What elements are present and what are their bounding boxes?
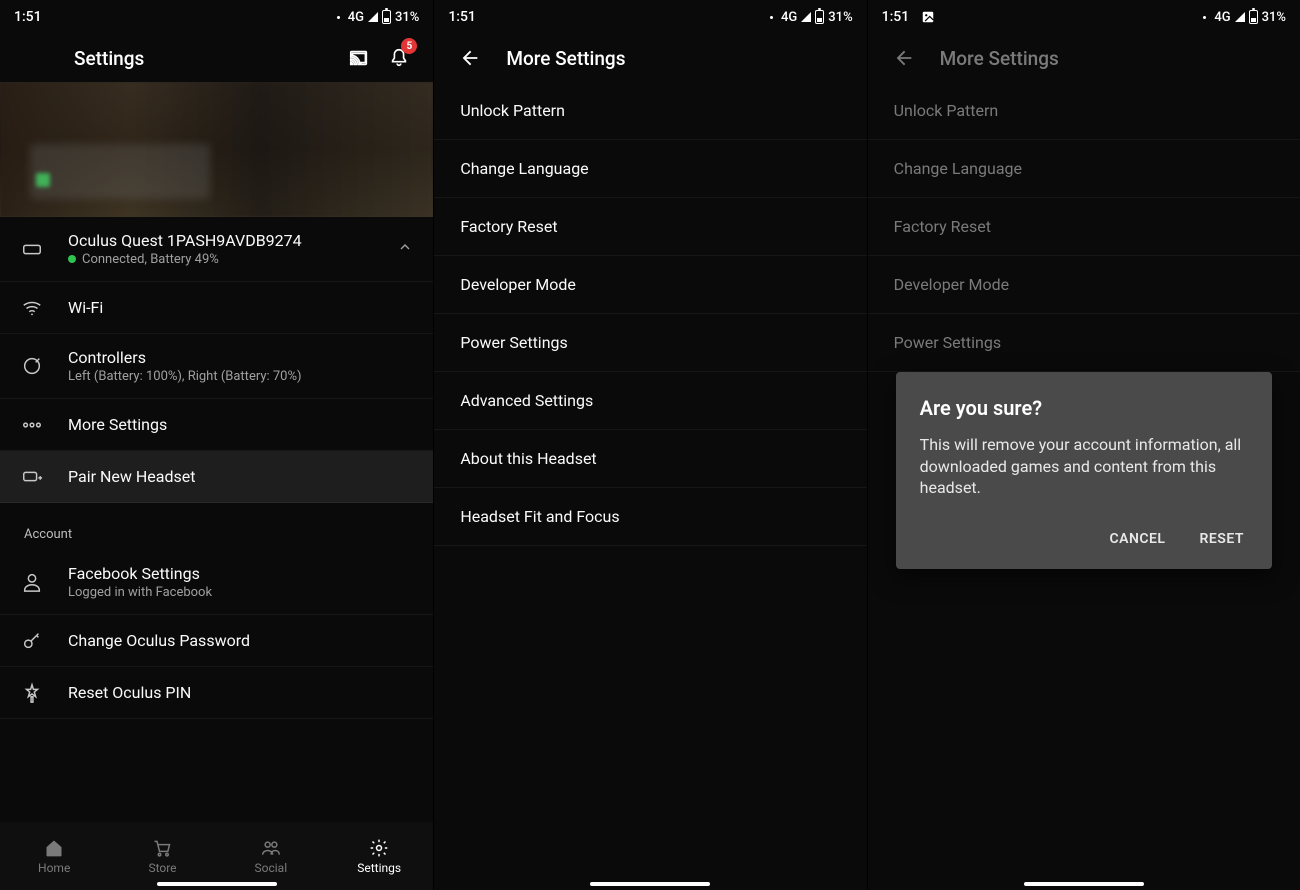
status-network: 4G	[348, 10, 364, 25]
row-change-password[interactable]: Change Oculus Password	[0, 615, 433, 667]
status-bar: 1:51 4G 31%	[0, 0, 433, 34]
cart-icon	[151, 837, 173, 859]
home-indicator[interactable]	[1024, 882, 1144, 886]
gear-icon	[368, 837, 390, 859]
cast-icon[interactable]	[339, 38, 379, 78]
screen-more-settings: 1:51 4G 31% More Settings Unlock Pattern…	[433, 0, 866, 890]
battery-icon	[815, 10, 824, 24]
row-facebook-settings[interactable]: Facebook Settings Logged in with Faceboo…	[0, 550, 433, 615]
row-headset-fit[interactable]: Headset Fit and Focus	[434, 488, 866, 546]
row-factory-reset: Factory Reset	[868, 198, 1300, 256]
row-label: Facebook Settings	[68, 564, 413, 583]
screen-more-settings-dialog: 1:51 4G 31% More Settings Unlock Pattern…	[867, 0, 1300, 890]
row-about-headset[interactable]: About this Headset	[434, 430, 866, 488]
pin-icon	[20, 682, 44, 704]
row-reset-pin[interactable]: Reset Oculus PIN	[0, 667, 433, 719]
row-factory-reset[interactable]: Factory Reset	[434, 198, 866, 256]
row-unlock-pattern[interactable]: Unlock Pattern	[434, 82, 866, 140]
row-sublabel: Logged in with Facebook	[68, 585, 413, 600]
status-network: 4G	[781, 10, 797, 25]
app-header: More Settings	[868, 34, 1300, 82]
status-bar: 1:51 4G 31%	[868, 0, 1300, 34]
key-icon	[20, 630, 44, 652]
section-account: Account	[0, 503, 433, 550]
row-power-settings: Power Settings	[868, 314, 1300, 372]
row-controllers[interactable]: Controllers Left (Battery: 100%), Right …	[0, 334, 433, 399]
status-network: 4G	[1214, 10, 1230, 25]
battery-icon	[1249, 10, 1258, 24]
nav-home[interactable]: Home	[0, 822, 108, 890]
controller-icon	[20, 355, 44, 377]
row-wifi[interactable]: Wi-Fi	[0, 282, 433, 334]
nav-store[interactable]: Store	[108, 822, 216, 890]
nav-social[interactable]: Social	[217, 822, 325, 890]
app-header: Settings 5	[0, 34, 433, 82]
page-title: More Settings	[940, 47, 1059, 70]
headset-hero-image	[0, 82, 433, 217]
row-label: Change Oculus Password	[68, 631, 413, 650]
pair-headset-icon	[20, 466, 44, 488]
back-icon[interactable]	[892, 38, 916, 78]
more-icon	[20, 414, 44, 436]
device-status: Connected, Battery 49%	[68, 252, 373, 267]
home-icon	[43, 837, 65, 859]
signal-icon	[801, 12, 811, 22]
status-dot-icon	[337, 16, 340, 19]
reset-button[interactable]: RESET	[1196, 523, 1248, 555]
row-label: Wi-Fi	[68, 298, 413, 317]
page-title: More Settings	[506, 47, 625, 70]
wifi-icon	[20, 297, 44, 319]
home-indicator[interactable]	[157, 882, 277, 886]
image-icon	[921, 10, 935, 24]
status-time: 1:51	[14, 9, 42, 25]
row-more-settings[interactable]: More Settings	[0, 399, 433, 451]
status-bar: 1:51 4G 31%	[434, 0, 866, 34]
row-label: Reset Oculus PIN	[68, 683, 413, 702]
row-developer-mode: Developer Mode	[868, 256, 1300, 314]
row-label: Controllers	[68, 348, 413, 367]
screen-settings: 1:51 4G 31% Settings 5 Oculus Quest 1PAS…	[0, 0, 433, 890]
people-icon	[260, 837, 282, 859]
status-time: 1:51	[882, 9, 910, 25]
bottom-nav: Home Store Social Settings	[0, 822, 433, 890]
row-developer-mode[interactable]: Developer Mode	[434, 256, 866, 314]
row-label: Pair New Headset	[68, 467, 413, 486]
notification-badge: 5	[401, 38, 417, 54]
nav-settings[interactable]: Settings	[325, 822, 433, 890]
cancel-button[interactable]: CANCEL	[1105, 523, 1169, 555]
signal-icon	[368, 12, 378, 22]
status-dot-icon	[1203, 16, 1206, 19]
person-icon	[20, 571, 44, 593]
status-battery: 31%	[395, 10, 419, 25]
connected-dot-icon	[68, 255, 76, 263]
status-dot-icon	[770, 16, 773, 19]
headset-icon	[20, 238, 44, 260]
more-settings-list-dimmed: Unlock Pattern Change Language Factory R…	[868, 82, 1300, 372]
row-pair-headset[interactable]: Pair New Headset	[0, 451, 433, 503]
dialog-body: This will remove your account informatio…	[920, 434, 1248, 499]
row-change-language: Change Language	[868, 140, 1300, 198]
confirm-dialog: Are you sure? This will remove your acco…	[896, 372, 1272, 569]
row-unlock-pattern: Unlock Pattern	[868, 82, 1300, 140]
back-icon[interactable]	[458, 38, 482, 78]
row-change-language[interactable]: Change Language	[434, 140, 866, 198]
app-header: More Settings	[434, 34, 866, 82]
dialog-title: Are you sure?	[920, 396, 1248, 420]
more-settings-list: Unlock Pattern Change Language Factory R…	[434, 82, 866, 546]
device-row[interactable]: Oculus Quest 1PASH9AVDB9274 Connected, B…	[0, 217, 433, 282]
status-time: 1:51	[448, 9, 476, 25]
row-power-settings[interactable]: Power Settings	[434, 314, 866, 372]
device-name: Oculus Quest 1PASH9AVDB9274	[68, 231, 373, 250]
page-title: Settings	[74, 47, 144, 70]
chevron-up-icon	[397, 239, 413, 259]
row-label: More Settings	[68, 415, 413, 434]
notifications-icon[interactable]: 5	[379, 38, 419, 78]
row-advanced-settings[interactable]: Advanced Settings	[434, 372, 866, 430]
signal-icon	[1235, 12, 1245, 22]
status-battery: 31%	[1262, 10, 1286, 25]
status-battery: 31%	[828, 10, 852, 25]
battery-icon	[382, 10, 391, 24]
home-indicator[interactable]	[590, 882, 710, 886]
row-sublabel: Left (Battery: 100%), Right (Battery: 70…	[68, 369, 413, 384]
